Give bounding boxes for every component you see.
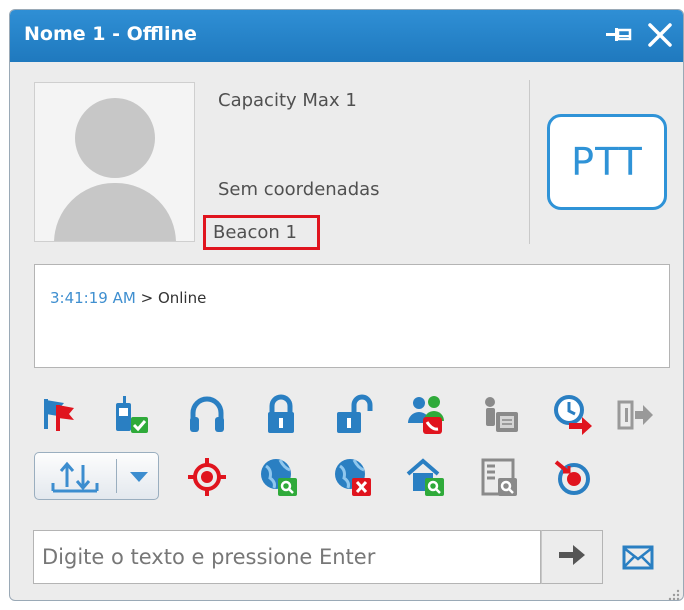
- radio-check-icon[interactable]: [110, 393, 152, 435]
- users-call-icon[interactable]: [405, 393, 447, 435]
- phone-fax-icon[interactable]: [480, 393, 522, 435]
- target-reset-icon[interactable]: [552, 456, 594, 498]
- unlock-icon[interactable]: [332, 393, 374, 435]
- globe-search-icon[interactable]: [258, 456, 300, 498]
- beacon-label: Beacon 1: [203, 215, 320, 250]
- title-bar: Nome 1 - Offline: [10, 10, 683, 62]
- pin-icon[interactable]: [604, 22, 634, 52]
- send-button[interactable]: [541, 530, 603, 584]
- split-arrows-button[interactable]: [34, 452, 159, 500]
- globe-remove-icon[interactable]: [332, 456, 374, 498]
- exit-icon[interactable]: [615, 394, 657, 436]
- window-title: Nome 1 - Offline: [24, 23, 197, 45]
- flags-icon[interactable]: [36, 393, 78, 435]
- building-search-icon[interactable]: [478, 456, 520, 498]
- close-icon[interactable]: [646, 22, 674, 52]
- headset-icon[interactable]: [186, 393, 228, 435]
- divider: [529, 80, 530, 244]
- message-input[interactable]: [33, 530, 541, 584]
- event-log: 3:41:19 AM > Online: [34, 264, 670, 368]
- log-separator: >: [140, 289, 154, 307]
- radio-name: Capacity Max 1: [218, 90, 357, 111]
- envelope-icon[interactable]: [622, 544, 654, 572]
- log-time[interactable]: 3:41:19 AM: [50, 289, 136, 307]
- arrows-up-down-icon[interactable]: [45, 459, 105, 493]
- log-status: Online: [157, 289, 207, 307]
- coordinates-text: Sem coordenadas: [218, 179, 380, 200]
- clock-arrow-icon[interactable]: [552, 393, 594, 435]
- lock-icon[interactable]: [260, 393, 302, 435]
- home-search-icon[interactable]: [405, 456, 447, 498]
- resize-grip-icon[interactable]: [668, 586, 680, 600]
- avatar: [34, 82, 195, 242]
- chevron-down-icon[interactable]: [130, 472, 148, 482]
- radio-info-window: Nome 1 - Offline Capacity Max 1 Sem coor…: [9, 9, 684, 601]
- arrow-right-icon: [557, 542, 587, 572]
- ptt-button[interactable]: PTT: [547, 114, 667, 210]
- target-icon[interactable]: [186, 456, 228, 498]
